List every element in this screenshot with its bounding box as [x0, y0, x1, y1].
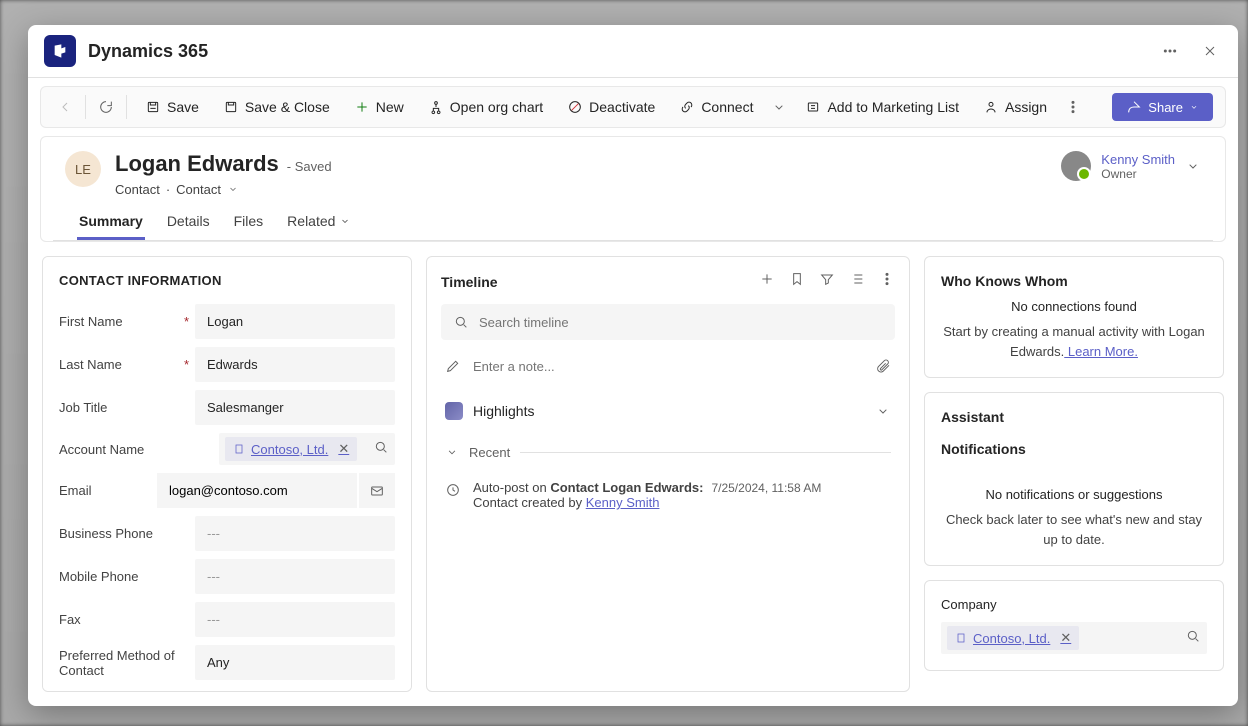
entity-type-1: Contact [115, 182, 160, 197]
app-icon [44, 35, 76, 67]
business-phone-field[interactable] [195, 516, 395, 551]
label-business-phone: Business Phone [59, 526, 195, 541]
note-input[interactable] [473, 359, 863, 374]
search-icon[interactable] [373, 439, 389, 460]
tab-details[interactable]: Details [165, 205, 212, 240]
saved-indicator: - Saved [287, 159, 332, 174]
remove-chip-icon[interactable]: ✕ [1060, 630, 1071, 646]
highlights-icon [445, 402, 463, 420]
assistant-panel: Assistant Notifications No notifications… [924, 392, 1224, 566]
account-chip: Contoso, Ltd.✕ [225, 437, 357, 461]
last-name-field[interactable] [195, 347, 395, 382]
timeline-title: Timeline [441, 274, 759, 290]
command-bar: Save Save & Close New Open org chart Dea… [40, 86, 1226, 128]
mobile-phone-field[interactable] [195, 559, 395, 594]
section-title: CONTACT INFORMATION [59, 273, 395, 288]
dynamics-modal: Dynamics 365 Save Save & Close New Open … [28, 25, 1238, 706]
save-close-button[interactable]: Save & Close [213, 93, 340, 121]
timeline-post[interactable]: Auto-post on Contact Logan Edwards: 7/25… [441, 472, 895, 518]
tab-files[interactable]: Files [232, 205, 266, 240]
company-panel: Company Contoso, Ltd.✕ [924, 580, 1224, 671]
open-org-chart-button[interactable]: Open org chart [418, 93, 553, 121]
entity-type-2: Contact [176, 182, 221, 197]
remove-chip-icon[interactable]: ✕ [338, 441, 349, 457]
label-first-name: First Name [59, 314, 195, 329]
label-job-title: Job Title [59, 400, 195, 415]
email-field[interactable] [157, 473, 357, 508]
attachment-icon[interactable] [875, 358, 891, 374]
post-timestamp: 7/25/2024, 11:58 AM [711, 481, 821, 495]
owner-name: Kenny Smith [1101, 152, 1175, 167]
more-options-icon[interactable] [1158, 39, 1182, 63]
overflow-icon[interactable] [1061, 95, 1085, 119]
bookmark-icon[interactable] [789, 271, 805, 292]
timeline-search[interactable] [441, 304, 895, 340]
chevron-down-icon[interactable] [227, 181, 239, 197]
recent-header[interactable]: Recent [441, 438, 895, 466]
deactivate-button[interactable]: Deactivate [557, 93, 665, 121]
job-title-field[interactable] [195, 390, 395, 425]
label-last-name: Last Name [59, 357, 195, 372]
tab-related[interactable]: Related [285, 205, 353, 240]
refresh-button[interactable] [94, 95, 118, 119]
timeline-panel: Timeline Highlights [426, 256, 910, 692]
modal-header: Dynamics 365 [28, 25, 1238, 78]
label-account-name: Account Name [59, 442, 219, 457]
connect-button[interactable]: Connect [669, 93, 763, 121]
owner-role: Owner [1101, 167, 1175, 181]
chevron-down-icon [445, 444, 459, 460]
mail-icon[interactable] [359, 473, 395, 508]
no-notifications-text: No notifications or suggestions [941, 487, 1207, 502]
label-email: Email [59, 483, 157, 498]
search-timeline-input[interactable] [479, 315, 883, 330]
more-icon[interactable] [879, 271, 895, 292]
no-connections-text: No connections found [941, 299, 1207, 314]
autopost-icon [445, 482, 461, 510]
company-lookup[interactable]: Contoso, Ltd.✕ [941, 622, 1207, 654]
highlights-row[interactable]: Highlights [441, 392, 895, 430]
connect-dropdown-icon[interactable] [767, 95, 791, 119]
record-title: Logan Edwards [115, 151, 279, 177]
who-knows-panel: Who Knows Whom No connections found Star… [924, 256, 1224, 378]
chevron-down-icon [875, 403, 891, 419]
owner-avatar [1061, 151, 1091, 181]
label-mobile-phone: Mobile Phone [59, 569, 195, 584]
add-icon[interactable] [759, 271, 775, 292]
label-preferred-method: Preferred Method of Contact [59, 648, 195, 678]
contact-information-panel: CONTACT INFORMATION First Name Last Name… [42, 256, 412, 692]
tabs: Summary Details Files Related [53, 197, 1213, 241]
tab-summary[interactable]: Summary [77, 205, 145, 240]
post-author-link[interactable]: Kenny Smith [586, 495, 660, 510]
record-header: LE Logan Edwards - Saved Contact · Conta… [41, 137, 1225, 197]
new-button[interactable]: New [344, 93, 414, 121]
learn-more-link[interactable]: Learn More. [1064, 344, 1138, 359]
pencil-icon [445, 358, 461, 374]
list-icon[interactable] [849, 271, 865, 292]
add-marketing-button[interactable]: Add to Marketing List [795, 93, 969, 121]
chevron-down-icon [339, 213, 351, 229]
save-button[interactable]: Save [135, 93, 209, 121]
note-row[interactable] [441, 348, 895, 384]
preferred-method-field[interactable] [195, 645, 395, 680]
filter-icon[interactable] [819, 271, 835, 292]
record-avatar: LE [65, 151, 101, 187]
chevron-down-icon[interactable] [1185, 158, 1201, 174]
label-fax: Fax [59, 612, 195, 627]
owner-block[interactable]: Kenny Smith Owner [1061, 151, 1201, 181]
share-button[interactable]: Share [1112, 93, 1213, 121]
close-icon[interactable] [1198, 39, 1222, 63]
search-icon[interactable] [1185, 628, 1201, 649]
back-button[interactable] [53, 95, 77, 119]
fax-field[interactable] [195, 602, 395, 637]
app-title: Dynamics 365 [88, 41, 1158, 62]
first-name-field[interactable] [195, 304, 395, 339]
assign-button[interactable]: Assign [973, 93, 1057, 121]
account-name-lookup[interactable]: Contoso, Ltd.✕ [219, 433, 395, 465]
search-icon [453, 314, 469, 330]
